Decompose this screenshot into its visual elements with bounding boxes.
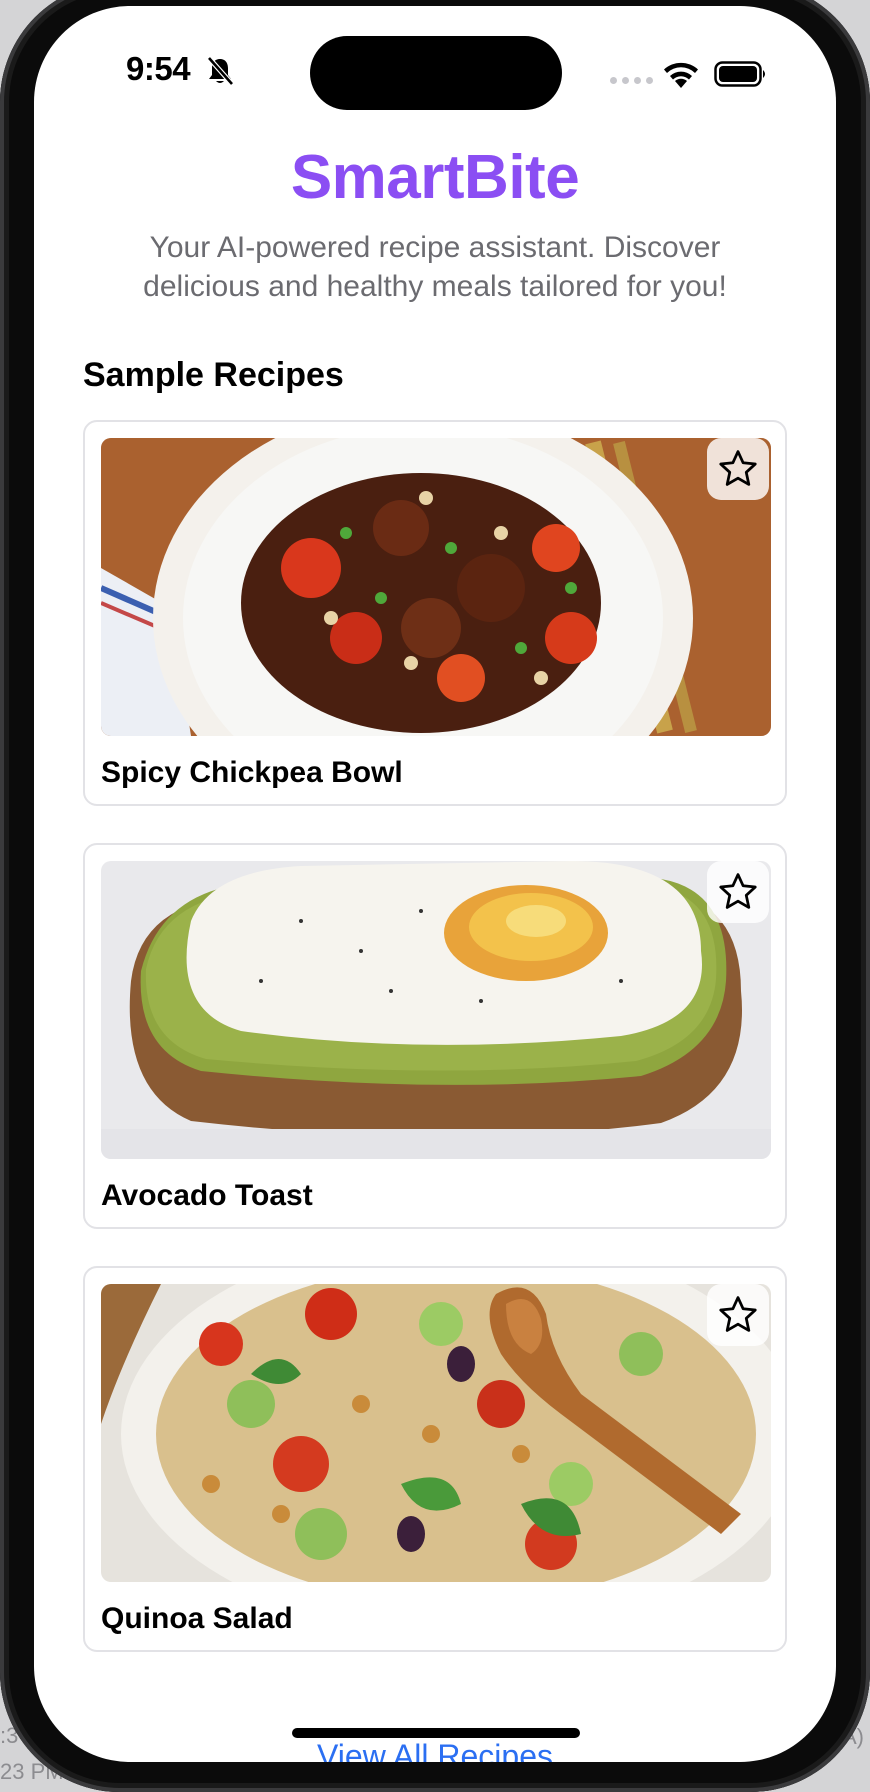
recipe-card-avocado-toast[interactable]: Avocado Toast <box>83 843 787 1229</box>
star-outline-icon <box>716 1293 760 1337</box>
home-indicator[interactable] <box>292 1728 580 1738</box>
wifi-icon <box>662 60 700 90</box>
recipe-image <box>101 861 771 1159</box>
recipe-card-spicy-chickpea-bowl[interactable]: Spicy Chickpea Bowl <box>83 420 787 806</box>
recipe-image <box>101 1284 771 1582</box>
status-time: 9:54 <box>126 50 190 88</box>
view-all-recipes-link[interactable]: View All Recipes <box>34 1738 836 1762</box>
recipe-name: Avocado Toast <box>101 1179 313 1213</box>
section-heading: Sample Recipes <box>83 356 344 395</box>
app-subtitle: Your AI-powered recipe assistant. Discov… <box>104 228 766 306</box>
favorite-star-button[interactable] <box>707 438 769 500</box>
bell-slash-icon <box>206 56 234 86</box>
recipe-name: Spicy Chickpea Bowl <box>101 756 403 790</box>
star-outline-icon <box>716 870 760 914</box>
cellular-dots-icon <box>610 77 653 84</box>
dynamic-island <box>310 36 562 110</box>
star-outline-icon <box>716 447 760 491</box>
phone-frame: 9:54 SmartBite Your AI-p <box>0 0 870 1792</box>
status-bar: 9:54 <box>34 6 836 126</box>
battery-icon <box>714 61 768 87</box>
recipe-card-quinoa-salad[interactable]: Quinoa Salad <box>83 1266 787 1652</box>
app-title: SmartBite <box>34 142 836 213</box>
favorite-star-button[interactable] <box>707 1284 769 1346</box>
recipe-name: Quinoa Salad <box>101 1602 293 1636</box>
app-screen: 9:54 SmartBite Your AI-p <box>34 6 836 1762</box>
recipe-image <box>101 438 771 736</box>
favorite-star-button[interactable] <box>707 861 769 923</box>
